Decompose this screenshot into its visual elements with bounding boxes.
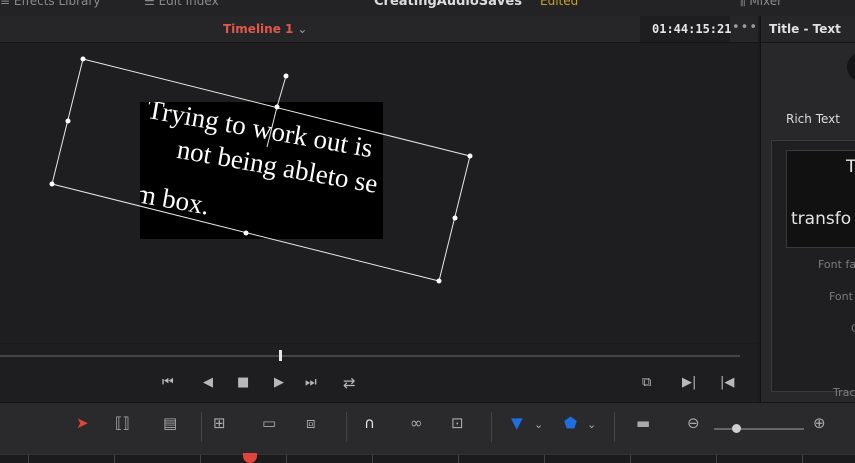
blade-tool-icon[interactable]: ▤ [163, 414, 177, 432]
timeline-view-options-icon[interactable]: ▬ [636, 414, 650, 432]
timecode-value: 01:44:15:21 [652, 22, 732, 36]
mixer-label: Mixer [749, 0, 783, 8]
transform-handle[interactable] [452, 215, 458, 221]
inspector-toggle[interactable] [847, 52, 855, 82]
selection-tool-icon[interactable]: ➤ [76, 414, 89, 432]
link-icon[interactable]: ∞ [410, 414, 423, 432]
rotation-handle-line [276, 75, 287, 108]
zoom-slider[interactable] [714, 428, 804, 430]
viewer-header: Timeline 1 ⌄ 01:44:15:21 ••• [0, 16, 758, 43]
play-reverse-icon[interactable]: ◀ [203, 375, 213, 390]
top-toolbar: ≡ Effects Library ☰ Edit Index CreatingA… [0, 0, 855, 16]
timeline-selector[interactable]: Timeline 1 ⌄ [223, 22, 307, 36]
edit-index-label: Edit Index [158, 0, 219, 8]
insert-clip-icon[interactable]: ⊞ [213, 414, 226, 432]
rotation-handle[interactable] [283, 73, 289, 79]
transform-handle[interactable] [274, 104, 280, 110]
anchor-line [266, 106, 278, 148]
chevron-down-icon[interactable]: ⌄ [587, 418, 596, 431]
timecode-display: 01:44:15:21 [640, 16, 732, 42]
transform-handle[interactable] [65, 118, 71, 124]
effects-library-label: Effects Library [13, 0, 101, 8]
rich-text-content: transfo [791, 209, 852, 229]
zoom-out-icon[interactable]: ⊖ [687, 414, 700, 432]
stop-icon[interactable]: ■ [237, 375, 249, 390]
toolbar-divider [346, 412, 347, 442]
chevron-down-icon[interactable]: ⌄ [534, 418, 543, 431]
next-edit-icon[interactable]: ▶| [682, 375, 696, 390]
zoom-in-icon[interactable]: ⊕ [813, 414, 826, 432]
go-to-start-icon[interactable]: ⏮ [162, 375, 174, 390]
font-label: Font [829, 290, 853, 303]
overwrite-clip-icon[interactable]: ▭ [262, 414, 276, 432]
mixer-icon: ⫼ [740, 0, 750, 8]
edit-index-tab[interactable]: ☰ Edit Index [144, 0, 219, 8]
rich-text-content: T [846, 157, 855, 177]
rich-text-label: Rich Text [786, 112, 840, 126]
edit-index-icon: ☰ [144, 0, 159, 8]
transform-handle[interactable] [467, 153, 473, 159]
transform-bounding-box [51, 58, 471, 282]
go-to-end-icon[interactable]: ⏭ [305, 375, 317, 390]
timeline-name: Timeline 1 [223, 22, 294, 36]
font-family-label: Font fa [818, 258, 855, 271]
trim-tool-icon[interactable]: ⟦⟧ [115, 414, 130, 432]
loop-icon[interactable]: ⇄ [343, 374, 356, 392]
toolbar-divider [201, 412, 202, 442]
zoom-slider-knob[interactable] [732, 424, 741, 433]
viewer-options-button[interactable]: ••• [732, 20, 758, 35]
scrub-playhead[interactable] [279, 350, 282, 361]
chevron-down-icon: ⌄ [297, 22, 308, 36]
mixer-tab[interactable]: ⫼ Mixer [740, 0, 782, 9]
transform-handle[interactable] [436, 278, 442, 284]
project-name: CreatingAudioSaves [374, 0, 522, 9]
transform-handle[interactable] [80, 56, 86, 62]
effects-library-tab[interactable]: ≡ Effects Library [0, 0, 100, 8]
toolbar-divider [491, 412, 492, 442]
edited-status: Edited [540, 0, 579, 8]
transform-handle[interactable] [243, 230, 249, 236]
tracking-label: Trac [833, 386, 855, 399]
match-frame-icon[interactable]: ⧉ [642, 375, 651, 390]
transport-area: ⏮ ◀ ■ ▶ ⏭ ⇄ ⧉ ▶| |◀ [0, 344, 758, 402]
marker-icon[interactable]: ⬟ [564, 414, 577, 432]
flag-icon[interactable]: ▼ [511, 414, 523, 432]
play-icon[interactable]: ▶ [274, 375, 284, 390]
effects-library-icon: ≡ [0, 0, 14, 8]
inspector-header: Title - Text [761, 16, 855, 43]
replace-clip-icon[interactable]: ⧈ [306, 414, 316, 432]
rich-text-editor[interactable] [786, 150, 855, 248]
inspector-title: Title - Text [769, 22, 841, 36]
transform-handle[interactable] [49, 181, 55, 187]
previous-edit-icon[interactable]: |◀ [720, 375, 734, 390]
transform-overlay[interactable] [0, 43, 758, 343]
position-lock-icon[interactable]: ⊡ [451, 414, 464, 432]
scrub-bar[interactable] [0, 355, 740, 357]
snapping-magnet-icon[interactable]: ∩ [364, 414, 375, 432]
toolbar-divider [614, 412, 615, 442]
color-label: C [851, 322, 855, 335]
timeline-viewer[interactable]: Trying to work out is not being ableto s… [0, 43, 758, 343]
